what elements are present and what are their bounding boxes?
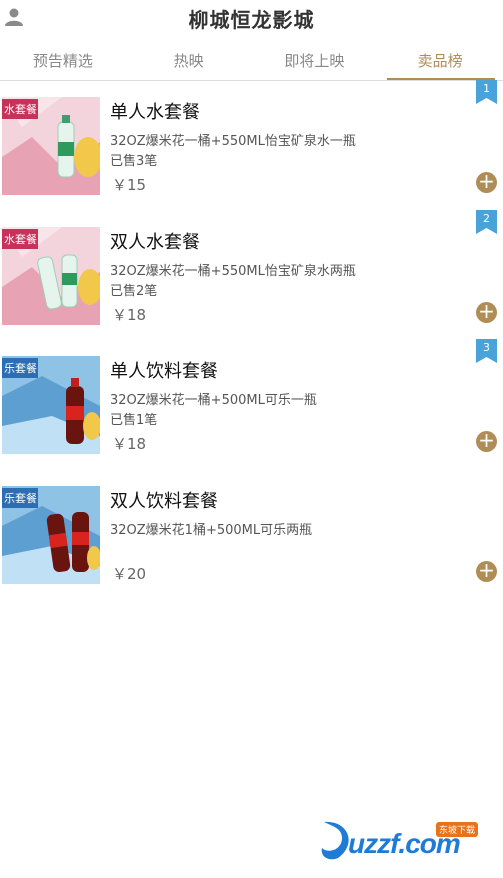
svg-text:乐套餐: 乐套餐 xyxy=(4,491,37,505)
add-to-cart-button[interactable]: + xyxy=(476,557,497,582)
product-price: ￥18 xyxy=(112,435,147,453)
product-image[interactable]: 乐套餐 xyxy=(2,356,100,454)
product-name: 双人饮料套餐 xyxy=(110,490,218,512)
add-to-cart-button[interactable]: + xyxy=(476,298,497,323)
add-to-cart-button[interactable]: + xyxy=(476,428,497,452)
product-description: 32OZ爆米花一桶+550ML怡宝矿泉水两瓶 xyxy=(110,263,356,279)
plus-icon: + xyxy=(478,428,495,452)
tab-concessions[interactable]: 卖品榜 xyxy=(377,44,503,80)
list-item[interactable]: 2 水套餐 双人水套餐 32OZ爆米花一桶+550ML怡宝矿泉水两瓶 已售2笔 … xyxy=(0,209,503,342)
app-header: 柳城恒龙影城 xyxy=(0,0,503,40)
svg-text:水套餐: 水套餐 xyxy=(4,102,37,116)
product-name: 双人水套餐 xyxy=(110,231,200,253)
list-item[interactable]: 3 乐套餐 单人饮料套餐 32OZ爆米花一桶+500ML可乐一瓶 已售1笔 ￥1… xyxy=(0,339,503,471)
tab-now-showing[interactable]: 热映 xyxy=(126,44,252,80)
rank-badge: 2 xyxy=(476,209,497,234)
product-description: 32OZ爆米花一桶+500ML可乐一瓶 xyxy=(110,393,317,408)
product-list: 1 水套餐 单人水套餐 32OZ爆米花一桶+550ML怡宝矿泉水一瓶 已售3笔 … xyxy=(0,80,503,601)
rank-badge: 1 xyxy=(476,80,497,104)
product-image[interactable]: 水套餐 xyxy=(2,97,100,195)
sold-count: 已售3笔 xyxy=(110,154,158,169)
add-to-cart-button[interactable]: + xyxy=(476,169,497,193)
product-description: 32OZ爆米花1桶+500ML可乐两瓶 xyxy=(110,522,313,538)
svg-text:乐套餐: 乐套餐 xyxy=(4,361,37,375)
tab-trailers[interactable]: 预告精选 xyxy=(0,44,126,80)
watermark-tag: 东坡下载 xyxy=(436,822,479,837)
tab-coming-soon[interactable]: 即将上映 xyxy=(252,44,378,80)
product-image[interactable]: 水套餐 xyxy=(2,226,100,325)
product-image[interactable]: 乐套餐 xyxy=(2,485,100,584)
page-title: 柳城恒龙影城 xyxy=(188,8,315,32)
product-price: ￥20 xyxy=(112,564,147,583)
plus-icon: + xyxy=(478,298,495,323)
plus-icon: + xyxy=(478,169,495,193)
product-name: 单人饮料套餐 xyxy=(110,361,218,382)
product-name: 单人水套餐 xyxy=(110,102,200,123)
list-item[interactable]: 乐套餐 双人饮料套餐 32OZ爆米花1桶+500ML可乐两瓶 ￥20 + xyxy=(0,471,503,601)
rank-badge: 3 xyxy=(476,339,497,363)
tab-bar: 预告精选 热映 即将上映 卖品榜 xyxy=(0,44,503,81)
svg-text:水套餐: 水套餐 xyxy=(4,232,37,246)
sold-count: 已售1笔 xyxy=(110,413,158,428)
plus-icon: + xyxy=(478,557,495,582)
site-watermark: uzzf.com 东坡下载 xyxy=(318,816,496,866)
product-description: 32OZ爆米花一桶+550ML怡宝矿泉水一瓶 xyxy=(110,134,356,149)
list-item[interactable]: 1 水套餐 单人水套餐 32OZ爆米花一桶+550ML怡宝矿泉水一瓶 已售3笔 … xyxy=(0,80,503,212)
sold-count: 已售2笔 xyxy=(110,283,158,299)
product-price: ￥18 xyxy=(112,305,147,324)
product-price: ￥15 xyxy=(112,176,147,194)
